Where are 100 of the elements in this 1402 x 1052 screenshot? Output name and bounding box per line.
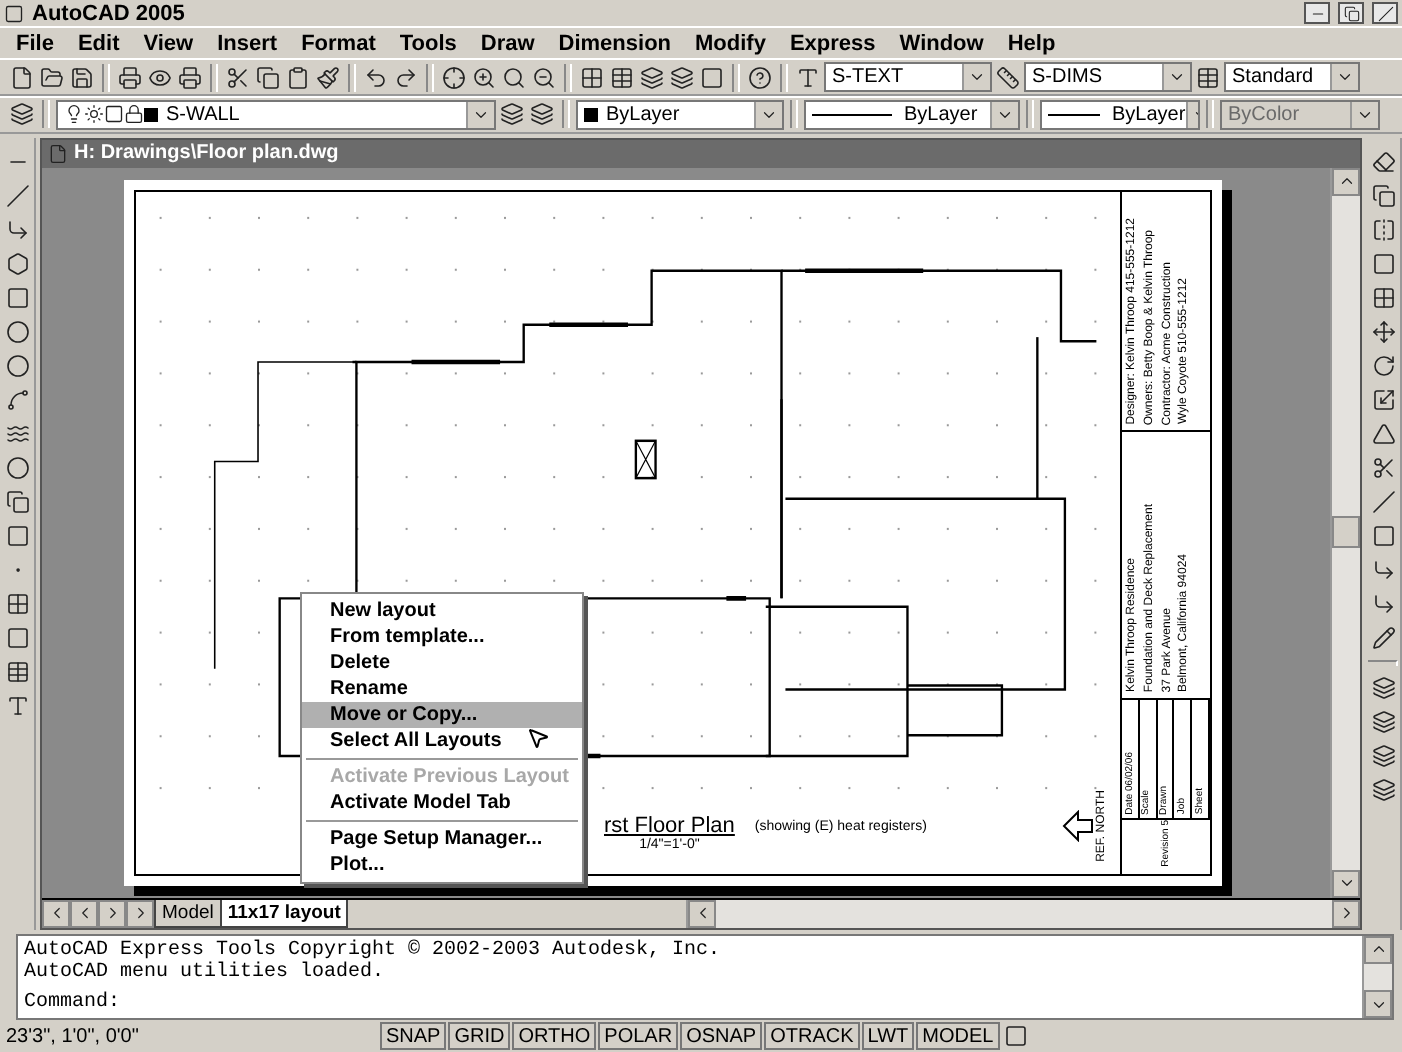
- menu-item[interactable]: Draw: [468, 31, 547, 56]
- plan-title: rst Floor Plan: [604, 813, 735, 838]
- menu-item[interactable]: Plot...: [302, 852, 582, 878]
- lineweight-dropdown[interactable]: ByLayer: [1040, 99, 1200, 130]
- make-current-button[interactable]: [498, 98, 526, 131]
- menu-item[interactable]: Edit: [65, 31, 132, 56]
- layer-previous-button[interactable]: [528, 98, 556, 131]
- arc-button[interactable]: [3, 315, 31, 348]
- circle-icon: [5, 353, 29, 378]
- menu-item[interactable]: Window: [887, 31, 996, 56]
- match-properties-button[interactable]: [314, 61, 342, 94]
- sheet-set-button[interactable]: [668, 61, 696, 94]
- polygon-button[interactable]: [3, 247, 31, 280]
- status-toggle[interactable]: ORTHO: [512, 1022, 597, 1051]
- north-arrow-icon: [1062, 809, 1095, 842]
- scroll-left-button[interactable]: [688, 899, 717, 928]
- status-toggle[interactable]: GRID: [448, 1022, 511, 1051]
- dimension-style-dropdown[interactable]: S-DIMS: [1024, 62, 1192, 93]
- menu-item[interactable]: Modify: [683, 31, 778, 56]
- menu-item[interactable]: Dimension: [546, 31, 684, 56]
- mirror-icon: [1371, 217, 1395, 242]
- menu-item[interactable]: Insert: [205, 31, 290, 56]
- close-button[interactable]: [1372, 2, 1398, 25]
- scroll-up-button[interactable]: [1364, 935, 1392, 964]
- bring-forward-button[interactable]: [1369, 705, 1397, 738]
- app-icon: [4, 3, 24, 24]
- maximize-viewport-button[interactable]: [1001, 1020, 1030, 1052]
- menu-item[interactable]: New layout: [302, 598, 582, 624]
- redo-icon: [394, 65, 418, 90]
- copy-button[interactable]: [1369, 179, 1397, 212]
- menu-item[interactable]: Express: [777, 31, 888, 56]
- block-button[interactable]: [3, 485, 31, 518]
- explode-button[interactable]: [1369, 621, 1397, 654]
- scroll-down-button[interactable]: [1332, 869, 1360, 898]
- pan-button[interactable]: [440, 61, 468, 94]
- maximize-viewport-icon: [1003, 1024, 1028, 1049]
- linetype-dropdown[interactable]: ByLayer: [804, 99, 1020, 130]
- next-tab-button[interactable]: [98, 899, 126, 928]
- menu-item[interactable]: Rename: [302, 676, 582, 702]
- slash-button[interactable]: [3, 179, 31, 212]
- command-prompt[interactable]: Command:: [24, 992, 1356, 1015]
- status-toggle[interactable]: POLAR: [598, 1022, 679, 1051]
- menu-item[interactable]: From template...: [302, 624, 582, 650]
- layer-dropdown[interactable]: S-WALL: [56, 99, 496, 130]
- dimension-style-icon: [996, 65, 1020, 90]
- cursor-arrow-icon: [526, 726, 550, 750]
- status-toggle[interactable]: OSNAP: [680, 1022, 763, 1051]
- scroll-thumb[interactable]: [1332, 516, 1360, 549]
- menu-item[interactable]: Select All Layouts: [302, 728, 582, 754]
- menu-item[interactable]: View: [131, 31, 206, 56]
- menu-item[interactable]: Page Setup Manager...: [302, 826, 582, 852]
- color-dropdown[interactable]: ByLayer: [576, 99, 784, 130]
- table-style-dropdown[interactable]: Standard: [1224, 62, 1360, 93]
- minimize-button[interactable]: [1304, 2, 1330, 25]
- scroll-right-button[interactable]: [1332, 899, 1360, 928]
- copy-button[interactable]: [254, 61, 282, 94]
- text-style-dropdown[interactable]: S-TEXT: [824, 62, 992, 93]
- layout-tab[interactable]: Model: [154, 899, 222, 928]
- status-toggle[interactable]: LWT: [861, 1022, 915, 1051]
- status-toggle[interactable]: SNAP: [380, 1022, 447, 1051]
- menu-item[interactable]: Format: [289, 31, 388, 56]
- table-style-icon: [1196, 65, 1220, 90]
- scroll-down-button[interactable]: [1364, 990, 1392, 1019]
- layer-manager-button[interactable]: [8, 98, 36, 131]
- new-file-icon: [10, 65, 34, 90]
- menu-item[interactable]: Help: [995, 31, 1068, 56]
- move-button[interactable]: [1369, 315, 1397, 348]
- circle-button[interactable]: [3, 349, 31, 382]
- extend-button[interactable]: [1369, 485, 1397, 518]
- paste-button[interactable]: [284, 61, 312, 94]
- status-toggle[interactable]: OTRACK: [764, 1022, 860, 1051]
- printer-icon: [118, 65, 142, 90]
- save-icon: [70, 65, 94, 90]
- scroll-up-button[interactable]: [1332, 167, 1360, 196]
- publish-button[interactable]: [176, 61, 204, 94]
- menu-item[interactable]: Move or Copy...: [302, 702, 582, 728]
- paste-icon: [286, 65, 310, 90]
- new-file-button[interactable]: [8, 61, 36, 94]
- menu-item[interactable]: Activate Model Tab: [302, 790, 582, 816]
- command-history-line: AutoCAD menu utilities loaded.: [24, 961, 387, 984]
- tool-palettes-button[interactable]: [638, 61, 666, 94]
- status-toggle[interactable]: MODEL: [916, 1022, 1000, 1051]
- ellipse-button[interactable]: [3, 451, 31, 484]
- menu-item[interactable]: Delete: [302, 650, 582, 676]
- previous-tab-button[interactable]: [70, 899, 98, 928]
- printer-button[interactable]: [116, 61, 144, 94]
- draw-order-button[interactable]: [1369, 671, 1397, 704]
- send-under-button[interactable]: [1369, 773, 1397, 806]
- send-back-button[interactable]: [1369, 739, 1397, 772]
- menu-item[interactable]: File: [4, 31, 66, 56]
- restore-button[interactable]: [1338, 2, 1364, 25]
- mirror-button[interactable]: [1369, 213, 1397, 246]
- dimension-style-button[interactable]: [994, 61, 1022, 94]
- help-button[interactable]: [746, 61, 774, 94]
- layout-tab[interactable]: 11x17 layout: [219, 899, 349, 928]
- first-tab-button[interactable]: [42, 899, 70, 928]
- last-tab-button[interactable]: [126, 899, 154, 928]
- menu-item[interactable]: Tools: [387, 31, 469, 56]
- lightbulb-icon: [64, 104, 84, 125]
- color-swatch: [584, 107, 598, 122]
